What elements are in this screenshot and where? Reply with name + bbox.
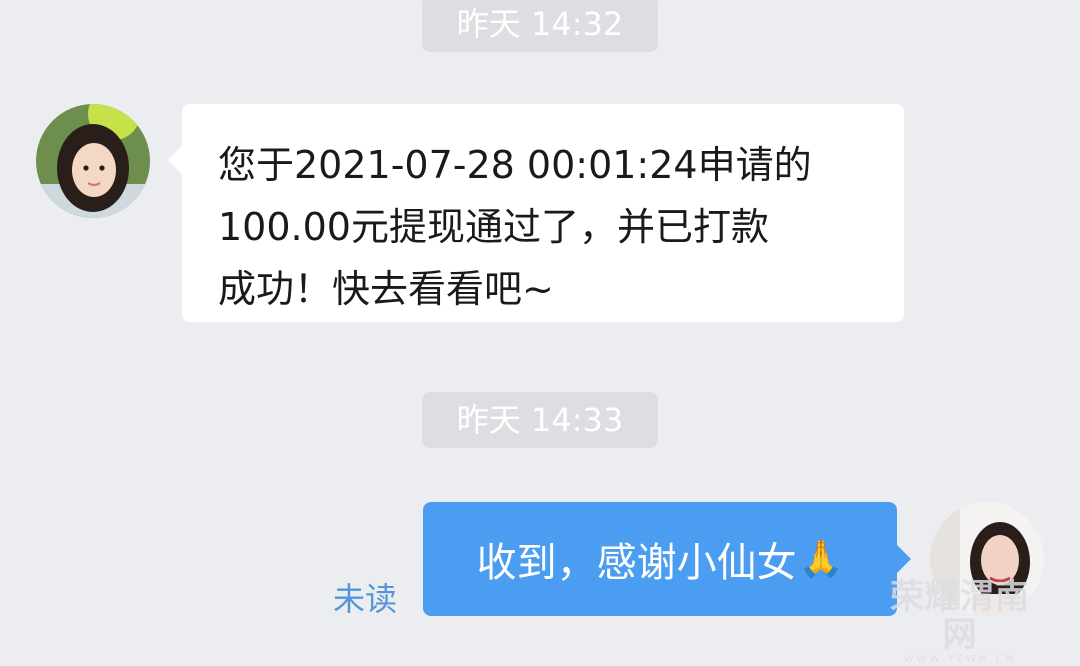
praying-hands-icon: 🙏 [798, 539, 844, 580]
message-text: 收到，感谢小仙女 [476, 540, 797, 586]
message-line: 成功！快去看看吧~ [218, 267, 554, 311]
incoming-message-bubble[interactable]: 您于2021-07-28 00:01:24申请的 100.00元提现通过了，并已… [168, 104, 904, 322]
message-line: 100.00元提现通过了，并已打款 [218, 205, 769, 249]
watermark-sub: WWW.YEWN.CN [903, 654, 1017, 665]
timestamp-1: 昨天 14:32 [422, 0, 658, 52]
outgoing-message-bubble[interactable]: 收到，感谢小仙女 🙏 [423, 502, 911, 616]
contact-avatar[interactable] [36, 104, 150, 218]
timestamp-2: 昨天 14:33 [422, 392, 658, 448]
girl-portrait-avatar-icon [36, 104, 150, 218]
watermark-main: 荣耀渭南网 [890, 577, 1030, 655]
watermark: 荣耀渭南网 WWW.YEWN.CN [880, 578, 1040, 665]
unread-status: 未读 [333, 580, 398, 618]
message-line: 您于2021-07-28 00:01:24申请的 [218, 143, 812, 187]
